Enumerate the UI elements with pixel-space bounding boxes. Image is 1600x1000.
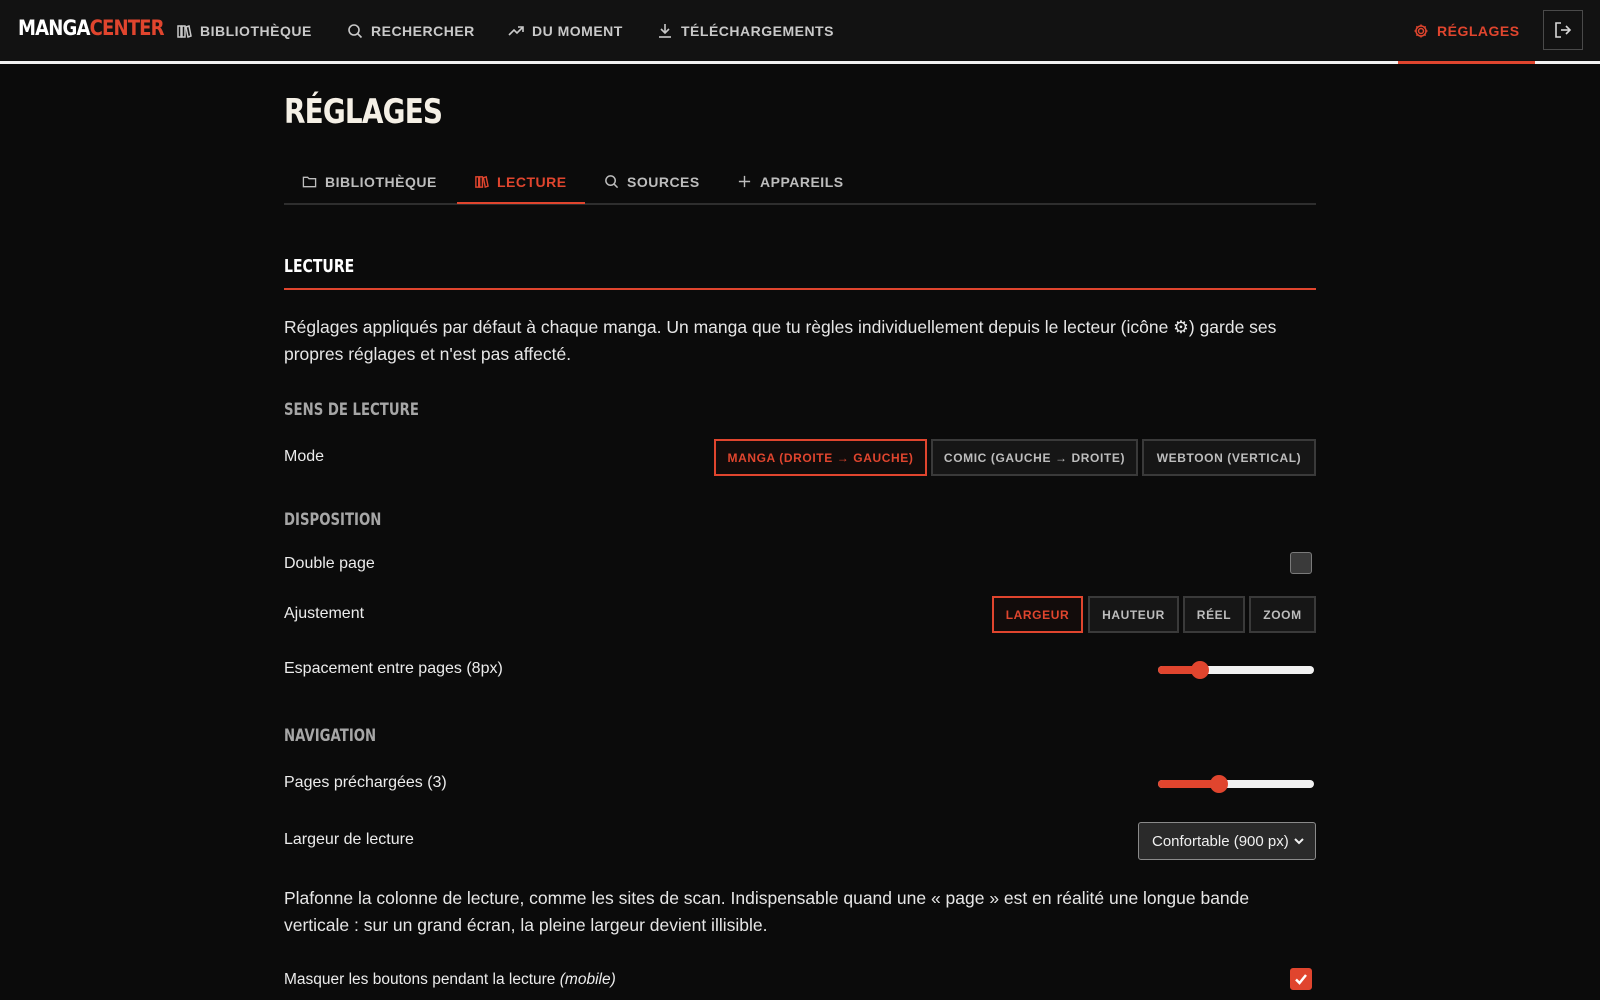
double-page-label: Double page xyxy=(284,555,375,572)
nav-item-settings[interactable]: RÉGLAGES xyxy=(1413,0,1520,61)
fit-option-real[interactable]: RÉEL xyxy=(1183,596,1245,633)
preload-label: Pages préchargées (3) xyxy=(284,774,447,791)
subheading-layout: DISPOSITION xyxy=(284,510,382,530)
reading-width-select[interactable]: Confortable (900 px) xyxy=(1138,822,1316,860)
logo-text-accent: CENTER xyxy=(89,16,165,40)
nav-item-label: RECHERCHER xyxy=(371,22,475,39)
active-tab-indicator xyxy=(457,202,585,204)
mode-option-manga[interactable]: MANGA (DROITE → GAUCHE) xyxy=(714,439,927,476)
reading-width-label: Largeur de lecture xyxy=(284,831,414,848)
tab-library[interactable]: BIBLIOTHÈQUE xyxy=(302,158,437,205)
nav-item-label: DU MOMENT xyxy=(532,22,623,39)
section-title: LECTURE xyxy=(284,256,1316,290)
hide-buttons-label: Masquer les boutons pendant la lecture (… xyxy=(284,971,616,989)
active-nav-indicator xyxy=(1398,61,1535,64)
nav-item-library[interactable]: BIBLIOTHÈQUE xyxy=(176,0,312,61)
double-page-checkbox[interactable] xyxy=(1290,552,1312,574)
search-icon xyxy=(348,23,363,38)
nav-item-label: TÉLÉCHARGEMENTS xyxy=(681,22,834,39)
app-logo[interactable]: MANGACENTER xyxy=(18,16,165,40)
mode-option-comic[interactable]: COMIC (GAUCHE → DROITE) xyxy=(931,439,1138,476)
page-title: RÉGLAGES xyxy=(284,92,443,132)
logout-icon xyxy=(1555,22,1572,38)
trending-icon xyxy=(508,25,524,36)
hide-buttons-checkbox[interactable] xyxy=(1290,968,1312,990)
spacing-slider[interactable] xyxy=(1158,659,1314,681)
fit-option-zoom[interactable]: ZOOM xyxy=(1249,596,1316,633)
tab-label: APPAREILS xyxy=(760,173,844,190)
logo-text-primary: MANGA xyxy=(18,16,90,40)
tab-label: BIBLIOTHÈQUE xyxy=(325,173,437,190)
hide-buttons-text: Masquer les boutons pendant la lecture xyxy=(284,971,556,988)
nav-item-label: BIBLIOTHÈQUE xyxy=(200,22,312,39)
tab-reading[interactable]: LECTURE xyxy=(474,158,567,205)
subheading-navigation: NAVIGATION xyxy=(284,726,377,746)
gear-icon xyxy=(1414,24,1428,37)
slider-thumb[interactable] xyxy=(1209,775,1228,793)
fit-option-width[interactable]: LARGEUR xyxy=(992,596,1083,633)
select-value: Confortable (900 px) xyxy=(1152,832,1289,850)
tab-devices[interactable]: APPAREILS xyxy=(737,158,844,205)
hide-buttons-suffix: (mobile) xyxy=(559,971,616,988)
reading-width-description: Plafonne la colonne de lecture, comme le… xyxy=(284,888,1250,935)
mode-option-webtoon[interactable]: WEBTOON (VERTICAL) xyxy=(1142,439,1316,476)
settings-tabs: BIBLIOTHÈQUE LECTURE SOURCES APPAREILS xyxy=(284,158,1316,205)
fit-option-height[interactable]: HAUTEUR xyxy=(1088,596,1179,633)
preload-slider[interactable] xyxy=(1158,773,1314,795)
nav-item-trending[interactable]: DU MOMENT xyxy=(508,0,623,61)
books-icon xyxy=(475,175,489,189)
books-icon xyxy=(177,24,192,38)
nav-item-downloads[interactable]: TÉLÉCHARGEMENTS xyxy=(657,0,834,61)
logout-button[interactable] xyxy=(1543,10,1583,50)
checkmark-icon xyxy=(1295,974,1307,985)
slider-thumb[interactable] xyxy=(1191,661,1210,679)
spacing-label: Espacement entre pages (8px) xyxy=(284,660,503,677)
tab-sources[interactable]: SOURCES xyxy=(604,158,700,205)
folder-icon xyxy=(302,176,317,188)
tab-label: SOURCES xyxy=(627,173,700,190)
mode-label: Mode xyxy=(284,448,325,465)
nav-item-label: RÉGLAGES xyxy=(1437,22,1520,39)
top-navigation-bar: MANGACENTER BIBLIOTHÈQUE RECHERCHER DU M… xyxy=(0,0,1600,64)
nav-item-search[interactable]: RECHERCHER xyxy=(347,0,475,61)
download-icon xyxy=(659,23,671,38)
search-icon xyxy=(605,175,619,189)
plus-icon xyxy=(738,175,751,188)
tab-label: LECTURE xyxy=(497,173,567,190)
section-title-text: LECTURE xyxy=(284,256,355,277)
section-description: Réglages appliqués par défaut à chaque m… xyxy=(284,317,1277,364)
chevron-down-icon xyxy=(1294,838,1304,845)
fit-label: Ajustement xyxy=(284,605,365,622)
subheading-reading-direction: SENS DE LECTURE xyxy=(284,400,419,420)
